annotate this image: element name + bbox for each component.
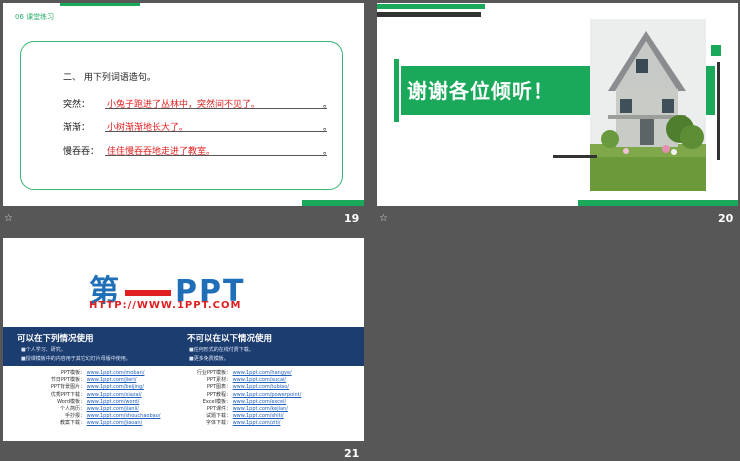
answer-underline <box>105 131 327 132</box>
usage-banner: 可以在下列情况使用 ■个人学习、研究。 ■授课模板中的内容用于其它幻灯片母版中使… <box>3 327 364 366</box>
section-tag: 06 课堂练习 <box>15 13 55 21</box>
house-photo <box>590 19 706 191</box>
exercise-question: 二、 用下列词语造句。 <box>63 73 156 83</box>
link-row: 字体下载： www.1ppt.com/ziti/ <box>205 420 281 427</box>
link-row: PPT教程： www.1ppt.com/powerpoint/ <box>206 391 302 398</box>
template-link[interactable]: www.1ppt.com/xiazai/ <box>87 392 142 398</box>
house-image <box>590 19 706 191</box>
top-dark-bar <box>377 12 481 17</box>
slide-number: 20 <box>718 212 734 225</box>
template-link[interactable]: www.1ppt.com/word/ <box>87 399 140 405</box>
link-row: 教案下载： www.1ppt.com/jiaoan/ <box>59 420 143 427</box>
template-link[interactable]: www.1ppt.com/moban/ <box>87 370 145 376</box>
template-link[interactable]: www.1ppt.com/jianli/ <box>87 406 139 412</box>
link-row: 优秀PPT下载： www.1ppt.com/xiazai/ <box>50 391 142 398</box>
word-label: 突然： <box>63 100 91 110</box>
cannot-use-item: ■更多免费模板。 <box>189 356 229 362</box>
can-use-item: ■授课模板中的内容用于其它幻灯片母版中使用。 <box>21 356 131 362</box>
row-end-mark: 。 <box>323 123 333 133</box>
slide-thumbnail-20[interactable]: 谢谢各位倾听！ <box>377 3 738 206</box>
row-end-mark: 。 <box>323 100 333 110</box>
template-link[interactable]: www.1ppt.com/excel/ <box>233 399 287 405</box>
bottom-accent-bar <box>578 200 738 206</box>
slide-number: 19 <box>344 212 360 225</box>
link-row: PPT背景图片： www.1ppt.com/beijing/ <box>50 384 144 391</box>
template-link[interactable]: www.1ppt.com/jieri/ <box>87 377 137 383</box>
right-link-list: 行业PPT模板： www.1ppt.com/hangye/ PPT素材： www… <box>189 370 301 428</box>
template-link[interactable]: www.1ppt.com/ziti/ <box>233 420 281 426</box>
left-accent-bar <box>394 59 399 122</box>
brand-url: HTTP://WWW.1PPT.COM <box>89 300 242 311</box>
template-link[interactable]: www.1ppt.com/shiti/ <box>233 413 284 419</box>
sentence-row: 渐渐： 小树渐渐地长大了。 <box>63 120 188 133</box>
slide-thumbnail-21[interactable]: 第 PPT HTTP://WWW.1PPT.COM 可以在下列情况使用 ■个人学习… <box>3 238 364 441</box>
thanks-heading: 谢谢各位倾听！ <box>407 79 554 103</box>
answer-underline <box>105 155 327 156</box>
logo-dash <box>125 289 171 296</box>
slide-thumbnail-19[interactable]: 06 课堂练习 二、 用下列词语造句。 突然： 小兔子跑进了丛林中，突然间不见了… <box>3 3 364 206</box>
can-use-title: 可以在下列情况使用 <box>17 334 94 344</box>
template-link[interactable]: www.1ppt.com/sucai/ <box>233 377 287 383</box>
template-link[interactable]: www.1ppt.com/beijing/ <box>87 384 144 390</box>
can-use-item: ■个人学习、研究。 <box>21 347 66 353</box>
template-link[interactable]: www.1ppt.com/tubiao/ <box>233 384 289 390</box>
cannot-use-item: ■任何形式的在线付费下载。 <box>189 347 254 353</box>
template-link[interactable]: www.1ppt.com/kejian/ <box>233 406 288 412</box>
word-label: 渐渐： <box>63 123 91 133</box>
sentence-row: 突然： 小兔子跑进了丛林中，突然间不见了。 <box>63 97 260 110</box>
sentence-row: 慢吞吞： 佳佳慢吞吞地走进了教室。 <box>63 144 215 157</box>
template-link[interactable]: www.1ppt.com/hangye/ <box>233 370 292 376</box>
left-link-list: PPT模板： www.1ppt.com/moban/ 节日PPT模板： www.… <box>43 370 161 428</box>
exercise-frame <box>20 41 343 190</box>
word-label: 慢吞吞： <box>63 147 100 157</box>
cannot-use-title: 不可以在以下情况使用 <box>187 334 273 344</box>
top-accent-bar <box>60 3 140 6</box>
link-row: Excel模板： www.1ppt.com/excel/ <box>202 398 287 405</box>
frame-vertical-line <box>717 62 720 160</box>
template-link[interactable]: www.1ppt.com/powerpoint/ <box>233 392 302 398</box>
template-link[interactable]: www.1ppt.com/shouchaobao/ <box>87 413 161 419</box>
slide-number: 21 <box>344 447 360 460</box>
top-accent-bar <box>377 4 485 9</box>
row-end-mark: 。 <box>323 147 333 157</box>
accent-square <box>711 45 721 56</box>
frame-horizontal-line <box>553 155 597 158</box>
link-row: Word模板： www.1ppt.com/word/ <box>57 398 140 405</box>
star-icon[interactable]: ☆ <box>4 213 13 224</box>
link-row: PPT图表： www.1ppt.com/tubiao/ <box>206 384 289 391</box>
answer-underline <box>105 108 327 109</box>
template-link[interactable]: www.1ppt.com/jiaoan/ <box>87 420 143 426</box>
star-icon[interactable]: ☆ <box>379 213 388 224</box>
bottom-accent-bar <box>302 200 364 206</box>
